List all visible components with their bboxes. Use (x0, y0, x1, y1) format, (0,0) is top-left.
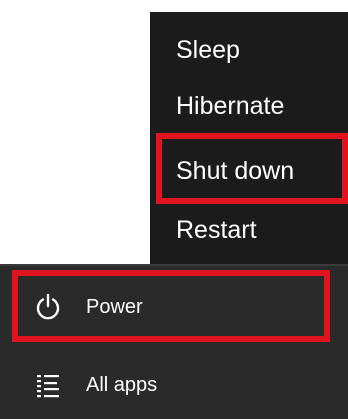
panel-divider (0, 264, 348, 266)
hibernate-menu-item[interactable]: Hibernate (150, 78, 348, 134)
shut-down-menu-item[interactable]: Shut down (150, 143, 348, 199)
power-button[interactable]: Power (0, 277, 348, 337)
restart-menu-item[interactable]: Restart (150, 202, 348, 258)
power-options-menu: Sleep Hibernate Shut down Restart (150, 12, 348, 264)
sleep-menu-item[interactable]: Sleep (150, 22, 348, 78)
list-icon (37, 375, 59, 398)
all-apps-button[interactable]: All apps (0, 355, 348, 415)
power-label: Power (86, 296, 143, 318)
all-apps-label: All apps (86, 374, 158, 396)
power-icon (36, 293, 60, 320)
